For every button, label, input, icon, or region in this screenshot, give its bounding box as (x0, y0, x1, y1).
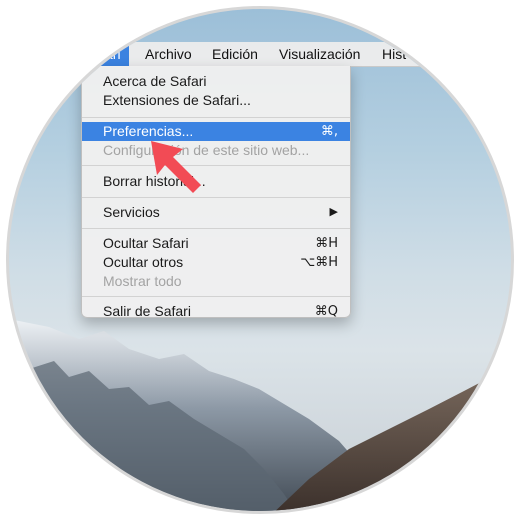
shortcut-label: ⌘H (315, 236, 338, 251)
menubar-edicion[interactable]: Edición (204, 42, 266, 66)
menu-item-label: Mostrar todo (103, 273, 182, 289)
menu-item-about-safari[interactable]: Acerca de Safari (82, 72, 350, 91)
menu-item-label: Salir de Safari (103, 303, 191, 319)
menubar-visualizacion[interactable]: Visualización (271, 42, 368, 66)
menu-item-quit-safari[interactable]: Salir de Safari ⌘Q (82, 302, 350, 321)
red-pointer-arrow-icon (151, 141, 201, 193)
menu-item-label: Servicios (103, 204, 160, 220)
menu-item-hide-others[interactable]: Ocultar otros ⌥⌘H (82, 253, 350, 272)
menu-item-label: Ocultar otros (103, 254, 184, 270)
menu-item-label: Acerca de Safari (103, 73, 207, 89)
shortcut-label: ⌘Q (314, 304, 338, 319)
menu-separator (82, 296, 350, 297)
menu-bar: ari Archivo Edición Visualización Hist (9, 42, 511, 67)
shortcut-label: ⌥⌘H (300, 255, 338, 270)
menu-item-label: Ocultar Safari (103, 235, 189, 251)
menu-item-show-all: Mostrar todo (82, 272, 350, 291)
shortcut-label: ⌘, (320, 124, 338, 139)
submenu-arrow-icon: ▶ (329, 206, 338, 218)
menu-separator (82, 228, 350, 229)
menu-item-safari-extensions[interactable]: Extensiones de Safari... (82, 91, 350, 110)
menu-item-preferences[interactable]: Preferencias... ⌘, (82, 122, 350, 141)
menubar-archivo[interactable]: Archivo (137, 42, 200, 66)
menu-item-website-settings: Configuración de este sitio web... (82, 141, 350, 160)
menubar-historial[interactable]: Hist (374, 42, 414, 66)
menu-separator (82, 165, 350, 166)
menu-separator (82, 117, 350, 118)
menubar-safari[interactable]: ari (97, 42, 129, 66)
menu-item-label: Extensiones de Safari... (103, 92, 251, 108)
menu-item-services[interactable]: Servicios ▶ (82, 203, 350, 222)
menu-item-hide-safari[interactable]: Ocultar Safari ⌘H (82, 234, 350, 253)
menu-item-clear-history[interactable]: Borrar historial... (82, 172, 350, 191)
screenshot-stage: ari Archivo Edición Visualización Hist A… (0, 0, 520, 520)
safari-dropdown-menu: Acerca de Safari Extensiones de Safari..… (81, 66, 351, 321)
menu-separator (82, 197, 350, 198)
circular-crop-frame: ari Archivo Edición Visualización Hist A… (6, 6, 514, 514)
